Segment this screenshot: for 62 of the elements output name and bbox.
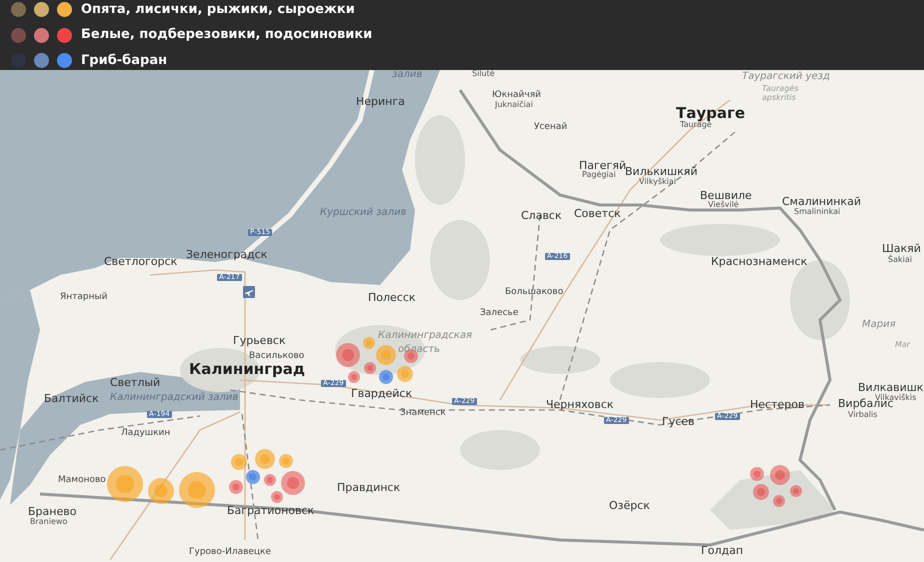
- place-label: Советск: [574, 208, 621, 219]
- place-label: Вилькишкяй: [625, 166, 698, 177]
- place-label: Зеленоградск: [186, 249, 268, 260]
- place-label: Ладушкин: [121, 429, 170, 438]
- place-label: Нестеров: [750, 399, 804, 410]
- place-label: Гвардейск: [351, 388, 412, 399]
- place-label: Pagėgiai: [582, 171, 616, 179]
- place-label: Virbalis: [848, 411, 878, 419]
- place-label: Черняховск: [546, 399, 614, 410]
- place-label: Большаково: [505, 288, 564, 297]
- place-label: Неринга: [356, 96, 405, 107]
- water-label: залив: [392, 70, 422, 80]
- place-label: Залесье: [480, 309, 518, 318]
- place-label: Мамоново: [58, 476, 106, 485]
- place-label: Vilkaviškis: [875, 394, 916, 402]
- place-label: Озёрск: [609, 500, 650, 511]
- place-label: Braniewo: [30, 518, 68, 526]
- place-label: Viešvilė: [708, 201, 739, 209]
- place-label: Гусев: [662, 416, 695, 427]
- region-label: Мария: [862, 320, 896, 330]
- place-label: Багратионовск: [227, 505, 314, 516]
- place-label: Светлогорск: [104, 256, 178, 267]
- place-label: Вешвиле: [700, 190, 752, 201]
- airport-icon: [243, 286, 255, 298]
- place-label: Янтарный: [60, 293, 108, 302]
- place-label: Гурьевск: [233, 335, 286, 346]
- place-label: Балтийск: [44, 393, 99, 404]
- place-label: Вилкавишк: [858, 382, 924, 393]
- place-label: Смалининкай: [782, 196, 861, 207]
- place-label: Голдап: [701, 545, 744, 556]
- region-label: Калининградская: [378, 331, 472, 341]
- water-label: Куршский залив: [320, 208, 406, 218]
- water-label: Калининградский залив: [110, 393, 238, 403]
- place-label: Пагегяй: [579, 160, 626, 171]
- place-label: Полесск: [368, 292, 416, 303]
- legend-label: Опята, лисички, рыжики, сыроежки: [81, 0, 355, 19]
- place-label: Васильково: [249, 352, 304, 361]
- place-label: Правдинск: [337, 482, 400, 493]
- place-label: Гурово-Илавецке: [189, 548, 272, 557]
- place-label: Знаменск: [400, 409, 446, 418]
- place-label: Усенай: [534, 123, 568, 132]
- place-label: Светлый: [110, 377, 160, 388]
- legend-label: Гриб-баран: [81, 52, 168, 70]
- place-label: Vilkyškiai: [639, 178, 676, 186]
- place-label: Шакяй: [882, 243, 921, 254]
- region-label: Таурагский уезд: [742, 72, 830, 82]
- region-label: Tauragės: [762, 85, 798, 93]
- place-label: Šilutė: [472, 70, 495, 78]
- place-label: Юкнайчяй: [492, 91, 541, 100]
- place-label: Славск: [521, 210, 562, 221]
- place-label: Smalininkai: [794, 208, 840, 216]
- place-label: Juknaičiai: [495, 101, 534, 109]
- region-label: apskritis: [762, 94, 796, 102]
- region-label: Mar: [895, 341, 910, 349]
- place-label: Šakiai: [888, 256, 912, 264]
- place-label: Таураге: [676, 106, 746, 121]
- place-label: Краснознаменск: [711, 256, 808, 267]
- place-label: Калининград: [189, 362, 305, 377]
- place-label: Tauragė: [680, 121, 712, 129]
- legend-label: Белые, подберезовики, подосиновики: [81, 26, 372, 44]
- region-label: область: [398, 345, 440, 355]
- place-label: Бранево: [28, 506, 76, 517]
